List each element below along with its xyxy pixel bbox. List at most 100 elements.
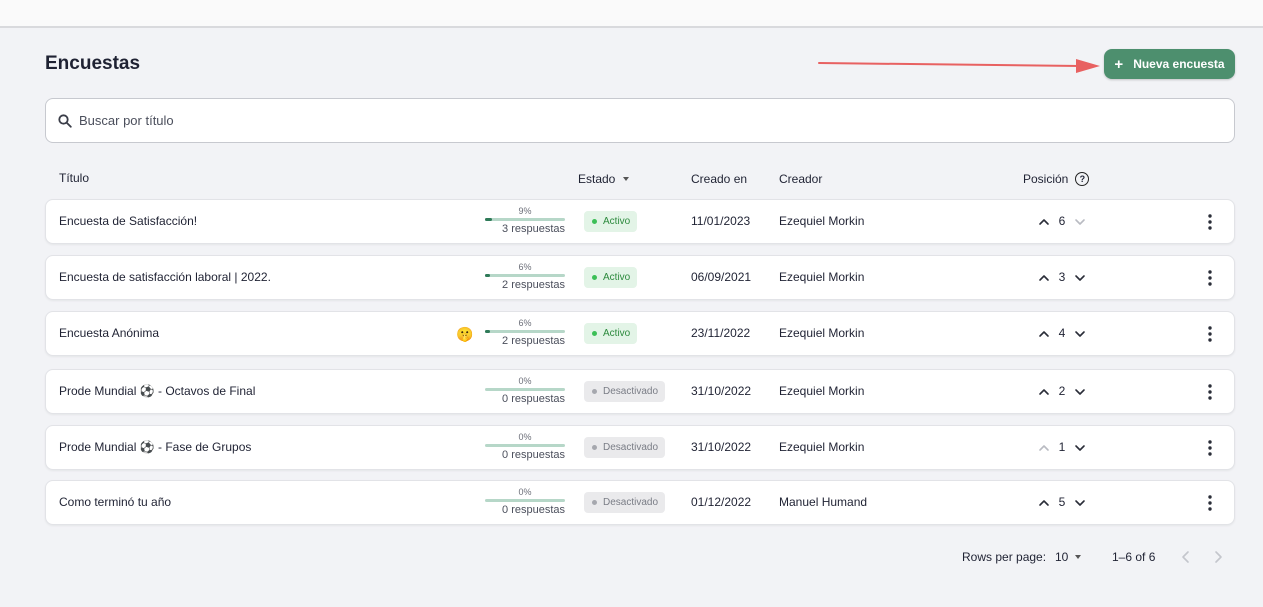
survey-title[interactable]: Encuesta de satisfacción laboral | 2022. [59, 270, 271, 284]
move-down-chevron-icon[interactable] [1072, 384, 1088, 400]
table-row[interactable]: Prode Mundial ⚽ - Octavos de Final 0% 0 re… [45, 369, 1235, 414]
previous-page-button[interactable] [1178, 549, 1194, 565]
status-label: Desactivado [603, 442, 659, 453]
response-percent: 6% [518, 318, 532, 328]
creator-name: Ezequiel Morkin [779, 326, 865, 340]
position-number: 5 [1058, 495, 1066, 509]
table-row[interactable]: Encuesta de satisfacción laboral | 2022.… [45, 255, 1235, 300]
progress-bar [485, 444, 565, 447]
created-date: 01/12/2022 [691, 495, 752, 509]
help-icon[interactable]: ? [1075, 172, 1090, 186]
response-count: 3 respuestas [502, 223, 565, 235]
creator-name: Ezequiel Morkin [779, 214, 865, 228]
survey-title[interactable]: Encuesta de Satisfacción! [59, 214, 197, 228]
created-date: 06/09/2021 [691, 270, 752, 284]
survey-emoji: 🤫 [456, 326, 474, 342]
move-up-chevron-icon[interactable] [1036, 440, 1052, 456]
status-dot-icon [592, 500, 597, 505]
status-label: Activo [603, 272, 631, 283]
next-page-button[interactable] [1210, 549, 1226, 565]
response-percent: 0% [518, 432, 532, 442]
created-date: 31/10/2022 [691, 384, 752, 398]
status-label: Activo [603, 328, 631, 339]
position-number: 2 [1058, 384, 1066, 398]
column-header-created[interactable]: Creado en [691, 172, 747, 186]
position-control: 4 [1036, 323, 1096, 345]
move-down-chevron-icon[interactable] [1072, 495, 1088, 511]
plus-icon: + [1114, 55, 1124, 73]
rows-per-page-select[interactable]: 10 [1055, 550, 1082, 564]
column-header-position[interactable]: Posición ? [1023, 172, 1090, 186]
survey-title[interactable]: Prode Mundial ⚽ - Octavos de Final [59, 384, 255, 398]
search-field[interactable] [45, 98, 1235, 143]
created-date: 31/10/2022 [691, 440, 752, 454]
more-options-icon[interactable] [1202, 493, 1218, 513]
move-down-chevron-icon[interactable] [1072, 270, 1088, 286]
position-control: 1 [1036, 437, 1096, 459]
more-options-icon[interactable] [1202, 212, 1218, 232]
position-control: 2 [1036, 381, 1096, 403]
response-percent: 6% [518, 262, 532, 272]
more-options-icon[interactable] [1202, 268, 1218, 288]
status-badge: Activo [584, 211, 638, 232]
status-badge: Desactivado [584, 381, 666, 402]
response-progress: 0% 0 respuestas [485, 376, 565, 406]
column-header-creator[interactable]: Creador [779, 172, 822, 186]
move-up-chevron-icon[interactable] [1036, 214, 1052, 230]
column-position-label: Posición [1023, 172, 1069, 186]
move-up-chevron-icon[interactable] [1036, 384, 1052, 400]
status-dot-icon [592, 389, 597, 394]
created-date: 11/01/2023 [691, 214, 751, 228]
column-status-label: Estado [578, 172, 616, 186]
response-progress: 6% 2 respuestas [485, 262, 565, 292]
column-header-title[interactable]: Título [59, 171, 89, 185]
position-number: 1 [1058, 440, 1066, 454]
table-row[interactable]: Como terminó tu año 0% 0 respuestas Desacti… [45, 480, 1235, 525]
response-count: 0 respuestas [502, 504, 565, 516]
chevron-down-icon [1075, 555, 1082, 559]
column-created-label: Creado en [691, 172, 748, 186]
survey-title[interactable]: Encuesta Anónima [59, 326, 159, 340]
position-number: 4 [1058, 326, 1066, 340]
status-badge: Desactivado [584, 437, 666, 458]
survey-title[interactable]: Prode Mundial ⚽ - Fase de Grupos [59, 440, 251, 454]
move-up-chevron-icon[interactable] [1036, 495, 1052, 511]
position-number: 6 [1058, 214, 1066, 228]
move-down-chevron-icon[interactable] [1072, 214, 1088, 230]
move-up-chevron-icon[interactable] [1036, 326, 1052, 342]
response-count: 0 respuestas [502, 393, 565, 405]
more-options-icon[interactable] [1202, 324, 1218, 344]
annotation-arrow [818, 59, 1100, 73]
search-input[interactable] [79, 113, 1179, 128]
search-icon [58, 113, 72, 128]
move-down-chevron-icon[interactable] [1072, 440, 1088, 456]
move-up-chevron-icon[interactable] [1036, 270, 1052, 286]
position-number: 3 [1058, 270, 1066, 284]
response-count: 2 respuestas [502, 335, 565, 347]
status-label: Desactivado [603, 497, 659, 508]
status-dot-icon [592, 219, 597, 224]
top-bar [0, 0, 1263, 28]
survey-title[interactable]: Como terminó tu año [59, 495, 171, 509]
rows-per-page-value: 10 [1055, 550, 1069, 564]
column-header-status[interactable]: Estado [578, 172, 630, 186]
response-count: 0 respuestas [502, 449, 565, 461]
more-options-icon[interactable] [1202, 382, 1218, 402]
created-date: 23/11/2022 [691, 326, 751, 340]
status-label: Activo [603, 216, 631, 227]
creator-name: Ezequiel Morkin [779, 440, 865, 454]
new-survey-label: Nueva encuesta [1133, 57, 1225, 71]
position-control: 3 [1036, 267, 1096, 289]
status-badge: Desactivado [584, 492, 666, 513]
response-percent: 0% [518, 487, 532, 497]
table-row[interactable]: Encuesta de Satisfacción! 9% 3 respuestas A… [45, 199, 1235, 244]
table-row[interactable]: Prode Mundial ⚽ - Fase de Grupos 0% 0 resp… [45, 425, 1235, 470]
column-creator-label: Creador [779, 172, 823, 186]
response-percent: 9% [518, 206, 532, 216]
table-row[interactable]: Encuesta Anónima 🤫 6% 2 respuestas Activo 23/… [45, 311, 1235, 356]
move-down-chevron-icon[interactable] [1072, 326, 1088, 342]
progress-bar [485, 218, 565, 221]
new-survey-button[interactable]: + Nueva encuesta [1104, 49, 1235, 79]
response-percent: 0% [518, 376, 532, 386]
more-options-icon[interactable] [1202, 438, 1218, 458]
